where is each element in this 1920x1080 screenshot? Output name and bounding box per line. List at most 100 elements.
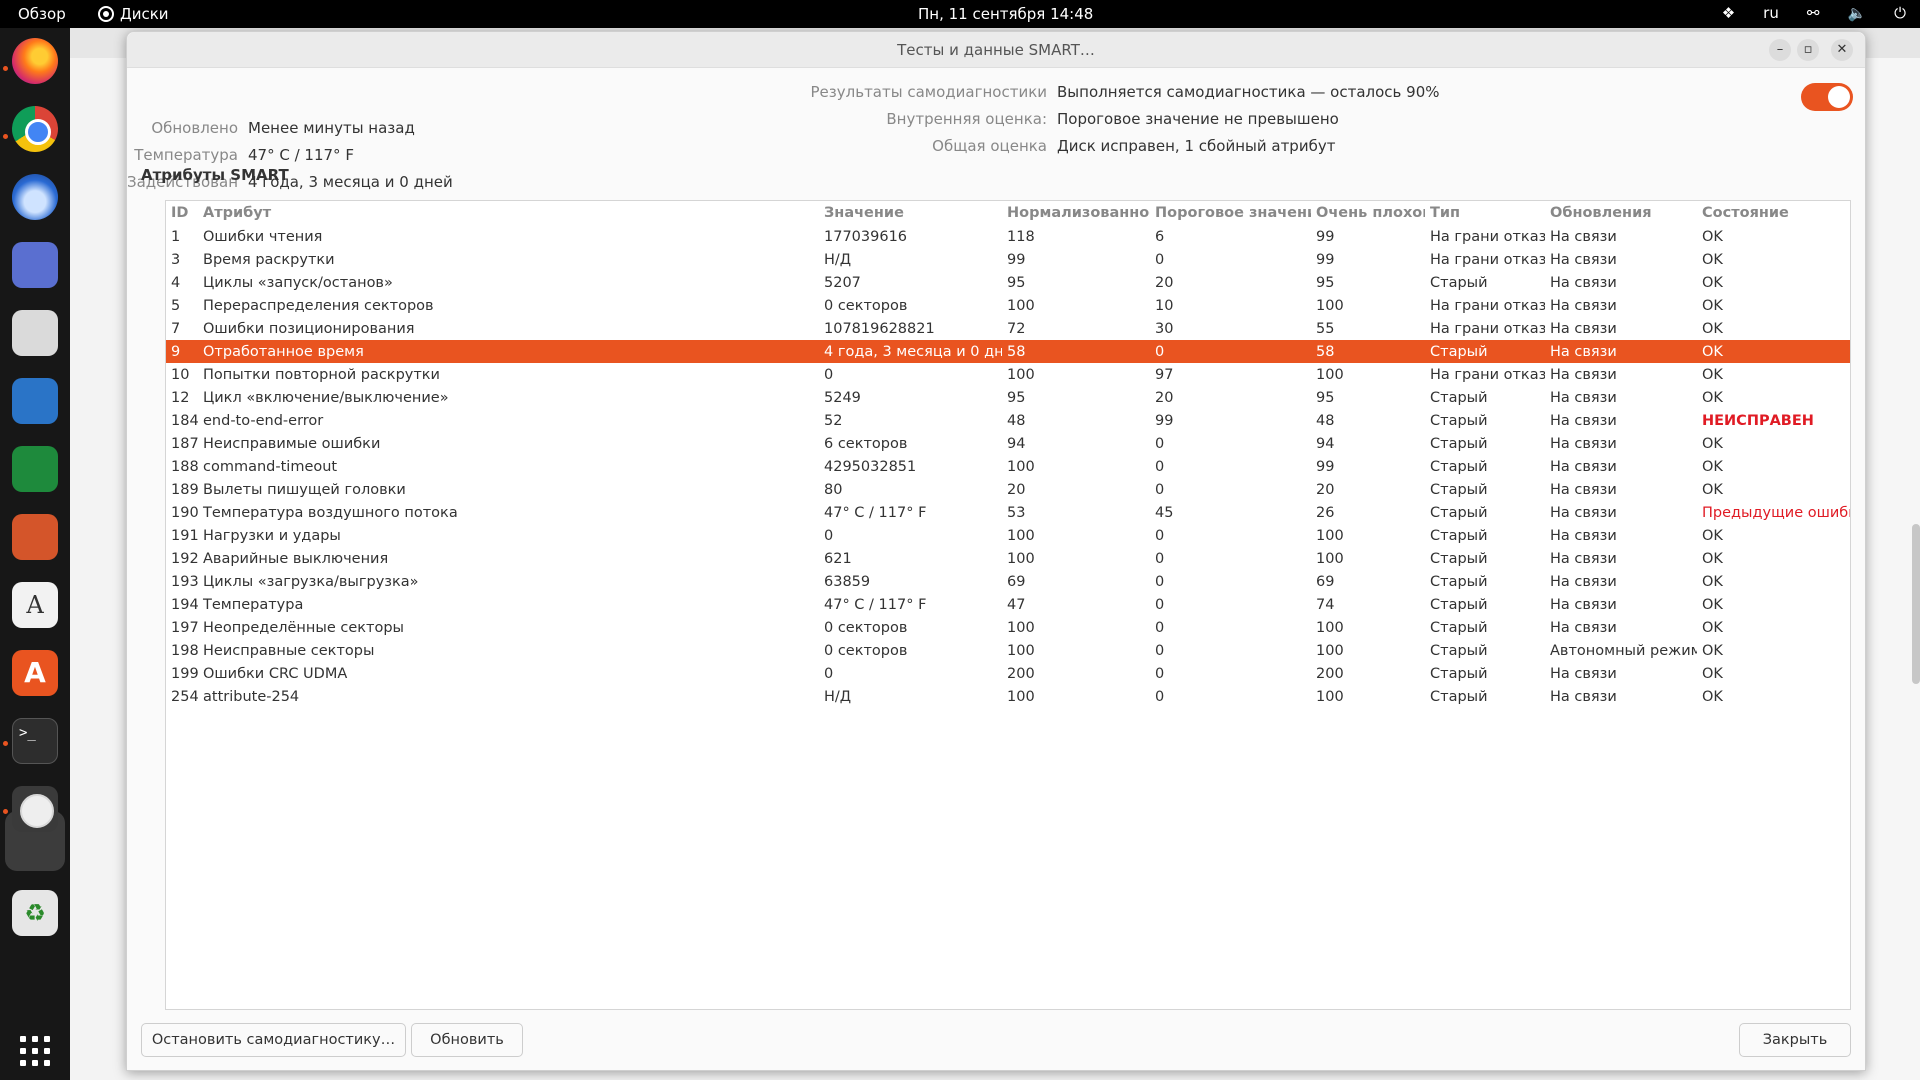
table-row[interactable]: 7 Ошибки позиционирования 107819628821 72 30…: [166, 317, 1850, 340]
header-col-normalized[interactable]: Нормализованное: [1002, 201, 1150, 225]
smart-attributes-table[interactable]: ID Атрибут Значение Нормализованное Порогово…: [165, 200, 1851, 1010]
table-row[interactable]: 9 Отработанное время 4 года, 3 месяца и 0 …: [166, 340, 1850, 363]
cell-col-attribute: Температура воздушного потока: [203, 504, 458, 521]
clock[interactable]: Пн, 11 сентября 14:48: [918, 5, 1093, 23]
cell-col-worst: 100: [1316, 642, 1344, 659]
header-col-worst[interactable]: Очень плохой: [1311, 201, 1425, 225]
cell-col-id: 7: [171, 320, 181, 337]
table-row[interactable]: 10 Попытки повторной раскрутки 0 100 97 100 На…: [166, 363, 1850, 386]
cell-col-worst: 74: [1316, 596, 1335, 613]
cell-col-normalized: 100: [1007, 297, 1035, 314]
disks-icon[interactable]: [12, 786, 58, 832]
cell-col-assessment: OK: [1702, 688, 1723, 705]
table-row[interactable]: 190 Температура воздушного потока 47° C / …: [166, 501, 1850, 524]
mail-icon[interactable]: [12, 242, 58, 288]
header-col-threshold[interactable]: Пороговое значение: [1150, 201, 1311, 225]
table-row[interactable]: 187 Неисправимые ошибки 6 секторов 94 0 94 Ста…: [166, 432, 1850, 455]
cell-col-worst: 99: [1316, 228, 1335, 245]
cell-col-normalized: 100: [1007, 642, 1035, 659]
impress-icon[interactable]: [12, 514, 58, 560]
cell-col-value: 0 секторов: [824, 297, 908, 314]
table-row[interactable]: 4 Циклы «запуск/останов» 5207 95 20 95 Старый Н…: [166, 271, 1850, 294]
cell-col-attribute: command-timeout: [203, 458, 338, 475]
cell-col-id: 12: [171, 389, 190, 406]
table-row[interactable]: 199 Ошибки CRC UDMA 0 200 0 200 Старый На связи…: [166, 662, 1850, 685]
cell-col-type: Старый: [1430, 481, 1488, 498]
cell-col-type: На грани отказа: [1430, 228, 1545, 245]
firefox-icon[interactable]: [12, 38, 58, 84]
app-center-icon[interactable]: A: [12, 650, 58, 696]
calc-icon[interactable]: [12, 446, 58, 492]
trash-icon[interactable]: ♻: [12, 890, 58, 936]
header-col-value[interactable]: Значение: [819, 201, 1002, 225]
table-row[interactable]: 1 Ошибки чтения 177039616 118 6 99 На грани от…: [166, 225, 1850, 248]
cell-col-threshold: 0: [1155, 619, 1165, 636]
cell-col-worst: 26: [1316, 504, 1335, 521]
internal-rating-value: Пороговое значение не превышено: [1057, 110, 1339, 128]
close-window-button[interactable]: ✕: [1831, 39, 1853, 61]
writer-icon[interactable]: [12, 378, 58, 424]
power-icon[interactable]: ⏻: [1894, 4, 1906, 22]
cell-col-worst: 200: [1316, 665, 1344, 682]
cell-col-value: 621: [824, 550, 852, 567]
header-col-updates[interactable]: Обновления: [1545, 201, 1697, 225]
maximize-button[interactable]: ▫: [1797, 39, 1819, 61]
cell-col-attribute: Цикл «включение/выключение»: [203, 389, 449, 406]
dictionary-icon[interactable]: A: [12, 582, 58, 628]
table-row[interactable]: 193 Циклы «загрузка/выгрузка» 63859 69 0 69 Ст…: [166, 570, 1850, 593]
cell-col-id: 194: [171, 596, 198, 613]
header-col-assessment[interactable]: Состояние: [1697, 201, 1850, 225]
cell-col-normalized: 100: [1007, 619, 1035, 636]
table-row[interactable]: 3 Время раскрутки Н/Д 99 0 99 На грани отказа Н…: [166, 248, 1850, 271]
terminal-icon[interactable]: >_: [12, 718, 58, 764]
cell-col-attribute: Вылеты пишущей головки: [203, 481, 406, 498]
cell-col-attribute: Ошибки позиционирования: [203, 320, 415, 337]
cell-col-worst: 94: [1316, 435, 1335, 452]
cell-col-type: Старый: [1430, 412, 1488, 429]
network-icon[interactable]: ⚯: [1807, 4, 1820, 22]
dialog-titlebar[interactable]: Тесты и данные SMART… – ▫ ✕: [127, 32, 1865, 68]
table-row[interactable]: 184 end-to-end-error 52 48 99 48 Старый На связ…: [166, 409, 1850, 432]
refresh-button[interactable]: Обновить: [411, 1023, 523, 1057]
cell-col-threshold: 0: [1150, 340, 1311, 363]
smart-enable-toggle[interactable]: [1801, 83, 1853, 111]
system-tray[interactable]: ❖ ru ⚯ 🔈 ⏻: [1722, 4, 1920, 22]
cell-col-value: 0 секторов: [824, 642, 908, 659]
cell-col-normalized: 95: [1007, 389, 1026, 406]
files-icon[interactable]: [12, 310, 58, 356]
stop-selftest-button[interactable]: Остановить самодиагностику…: [141, 1023, 406, 1057]
table-row[interactable]: 188 command-timeout 4295032851 100 0 99 Старый…: [166, 455, 1850, 478]
activities-button[interactable]: Обзор: [18, 5, 66, 23]
header-col-type[interactable]: Тип: [1425, 201, 1545, 225]
cell-col-id: 192: [171, 550, 198, 567]
table-row[interactable]: 198 Неисправные секторы 0 секторов 100 0 100 С…: [166, 639, 1850, 662]
cell-col-worst: 99: [1316, 251, 1335, 268]
cell-col-updates: На связи: [1550, 619, 1617, 636]
app-menu[interactable]: Диски: [98, 5, 169, 23]
keyboard-layout[interactable]: ru: [1763, 4, 1779, 22]
show-apps-icon[interactable]: [12, 1028, 58, 1074]
close-button[interactable]: Закрыть: [1739, 1023, 1851, 1057]
cell-col-threshold: 0: [1155, 573, 1165, 590]
table-row[interactable]: 194 Температура 47° C / 117° F 47 0 74 Старый Н…: [166, 593, 1850, 616]
cell-col-attribute: Циклы «загрузка/выгрузка»: [203, 573, 419, 590]
cell-col-type: Старый: [1430, 504, 1488, 521]
table-row[interactable]: 12 Цикл «включение/выключение» 5249 95 20 95 С…: [166, 386, 1850, 409]
cell-col-type: Старый: [1425, 340, 1545, 363]
table-row[interactable]: 197 Неопределённые секторы 0 секторов 100 0 1…: [166, 616, 1850, 639]
header-col-attribute[interactable]: Атрибут: [198, 201, 819, 225]
cell-col-attribute: Неисправимые ошибки: [203, 435, 381, 452]
table-row[interactable]: 5 Перераспределения секторов 0 секторов 100…: [166, 294, 1850, 317]
dropbox-icon[interactable]: ❖: [1722, 4, 1735, 22]
scrollbar-thumb[interactable]: [1912, 524, 1920, 684]
table-row[interactable]: 192 Аварийные выключения 621 100 0 100 Старый Н…: [166, 547, 1850, 570]
table-row[interactable]: 191 Нагрузки и удары 0 100 0 100 Старый На связ…: [166, 524, 1850, 547]
table-row[interactable]: 254 attribute-254 Н/Д 100 0 100 Старый На связи…: [166, 685, 1850, 708]
volume-icon[interactable]: 🔈: [1847, 4, 1866, 22]
cell-col-threshold: 0: [1155, 527, 1165, 544]
header-col-id[interactable]: ID: [166, 201, 198, 225]
cell-col-assessment: OK: [1702, 619, 1723, 636]
minimize-button[interactable]: –: [1769, 39, 1791, 61]
cell-col-type: Старый: [1430, 665, 1488, 682]
table-row[interactable]: 189 Вылеты пишущей головки 80 20 0 20 Старый На…: [166, 478, 1850, 501]
